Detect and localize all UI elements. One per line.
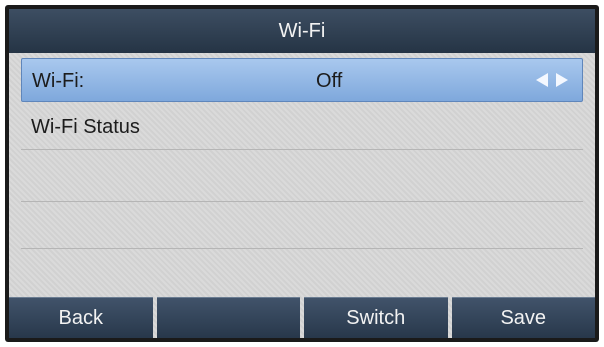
wifi-label: Wi-Fi: [32,70,85,92]
wifi-toggle-row[interactable]: Wi-Fi: Off [21,58,583,102]
switch-button[interactable]: Switch [304,297,448,338]
back-button[interactable]: Back [9,297,153,338]
save-button[interactable]: Save [451,297,595,338]
wifi-status-row[interactable]: Wi-Fi Status [21,105,583,150]
softkey-bar: Back Switch Save [9,297,595,338]
left-triangle-icon[interactable] [536,73,548,87]
screen: Wi-Fi Wi-Fi: Off Wi-Fi Status Back Switc… [9,9,595,338]
wifi-status-label: Wi-Fi Status [31,116,140,138]
right-triangle-icon[interactable] [556,73,568,87]
divider [21,248,583,249]
divider [21,201,583,202]
option-arrows [536,73,568,87]
wifi-value: Off [316,70,343,92]
page-title: Wi-Fi [278,19,326,42]
phone-screen-frame: Wi-Fi Wi-Fi: Off Wi-Fi Status Back Switc… [5,5,599,342]
empty-softkey[interactable] [156,297,300,338]
title-bar: Wi-Fi [9,9,595,53]
